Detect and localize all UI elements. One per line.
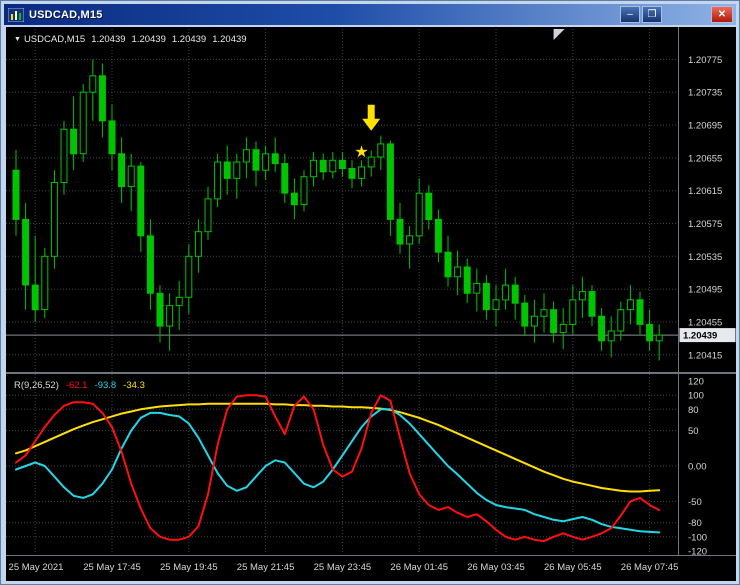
symbol-timeframe-label: USDCAD,M15 xyxy=(23,34,86,45)
minimize-button[interactable]: – xyxy=(620,6,640,23)
price-chart-canvas[interactable]: ★ 1.20775 1.20735 1.20695 1.20655 1.20615 1.20… xyxy=(6,27,736,581)
symbol-marker-icon: ▼ xyxy=(14,36,21,43)
ohlc-info-label: ▼ USDCAD,M15 1.20439 1.20439 1.20439 1.20439 xyxy=(14,34,247,45)
indicator-value-medium: -93.8 xyxy=(94,380,117,391)
close-value: 1.20439 xyxy=(212,34,247,45)
close-button[interactable]: ✕ xyxy=(711,6,733,23)
chart-canvas[interactable]: ★1.207751.207351.206951.206551.206151.20… xyxy=(6,27,736,581)
window-title: USDCAD,M15 xyxy=(29,8,103,21)
indicator-name: R(9,26,52) xyxy=(14,380,59,391)
mt4-chart-window: USDCAD,M15 – ❐ ✕ ★ 1.20775 1.20735 1.20695 1… xyxy=(0,0,740,585)
time-scale[interactable] xyxy=(6,556,736,581)
indicator-value-fast: -62.1 xyxy=(65,380,88,391)
indicator-label: R(9,26,52) -62.1 -93.8 -34.3 xyxy=(14,380,152,391)
price-scale[interactable] xyxy=(679,27,736,556)
indicator-value-slow: -34.3 xyxy=(123,380,145,391)
chart-client-area: ★ 1.20775 1.20735 1.20695 1.20655 1.20615 1.20… xyxy=(6,27,736,581)
title-bar[interactable]: USDCAD,M15 – ❐ ✕ xyxy=(4,4,736,25)
restore-button[interactable]: ❐ xyxy=(642,6,662,23)
low-value: 1.20439 xyxy=(171,34,207,45)
svg-text:★: ★ xyxy=(354,144,368,161)
open-value: 1.20439 xyxy=(91,34,126,45)
high-value: 1.20439 xyxy=(131,34,166,45)
chart-app-icon xyxy=(7,7,25,22)
